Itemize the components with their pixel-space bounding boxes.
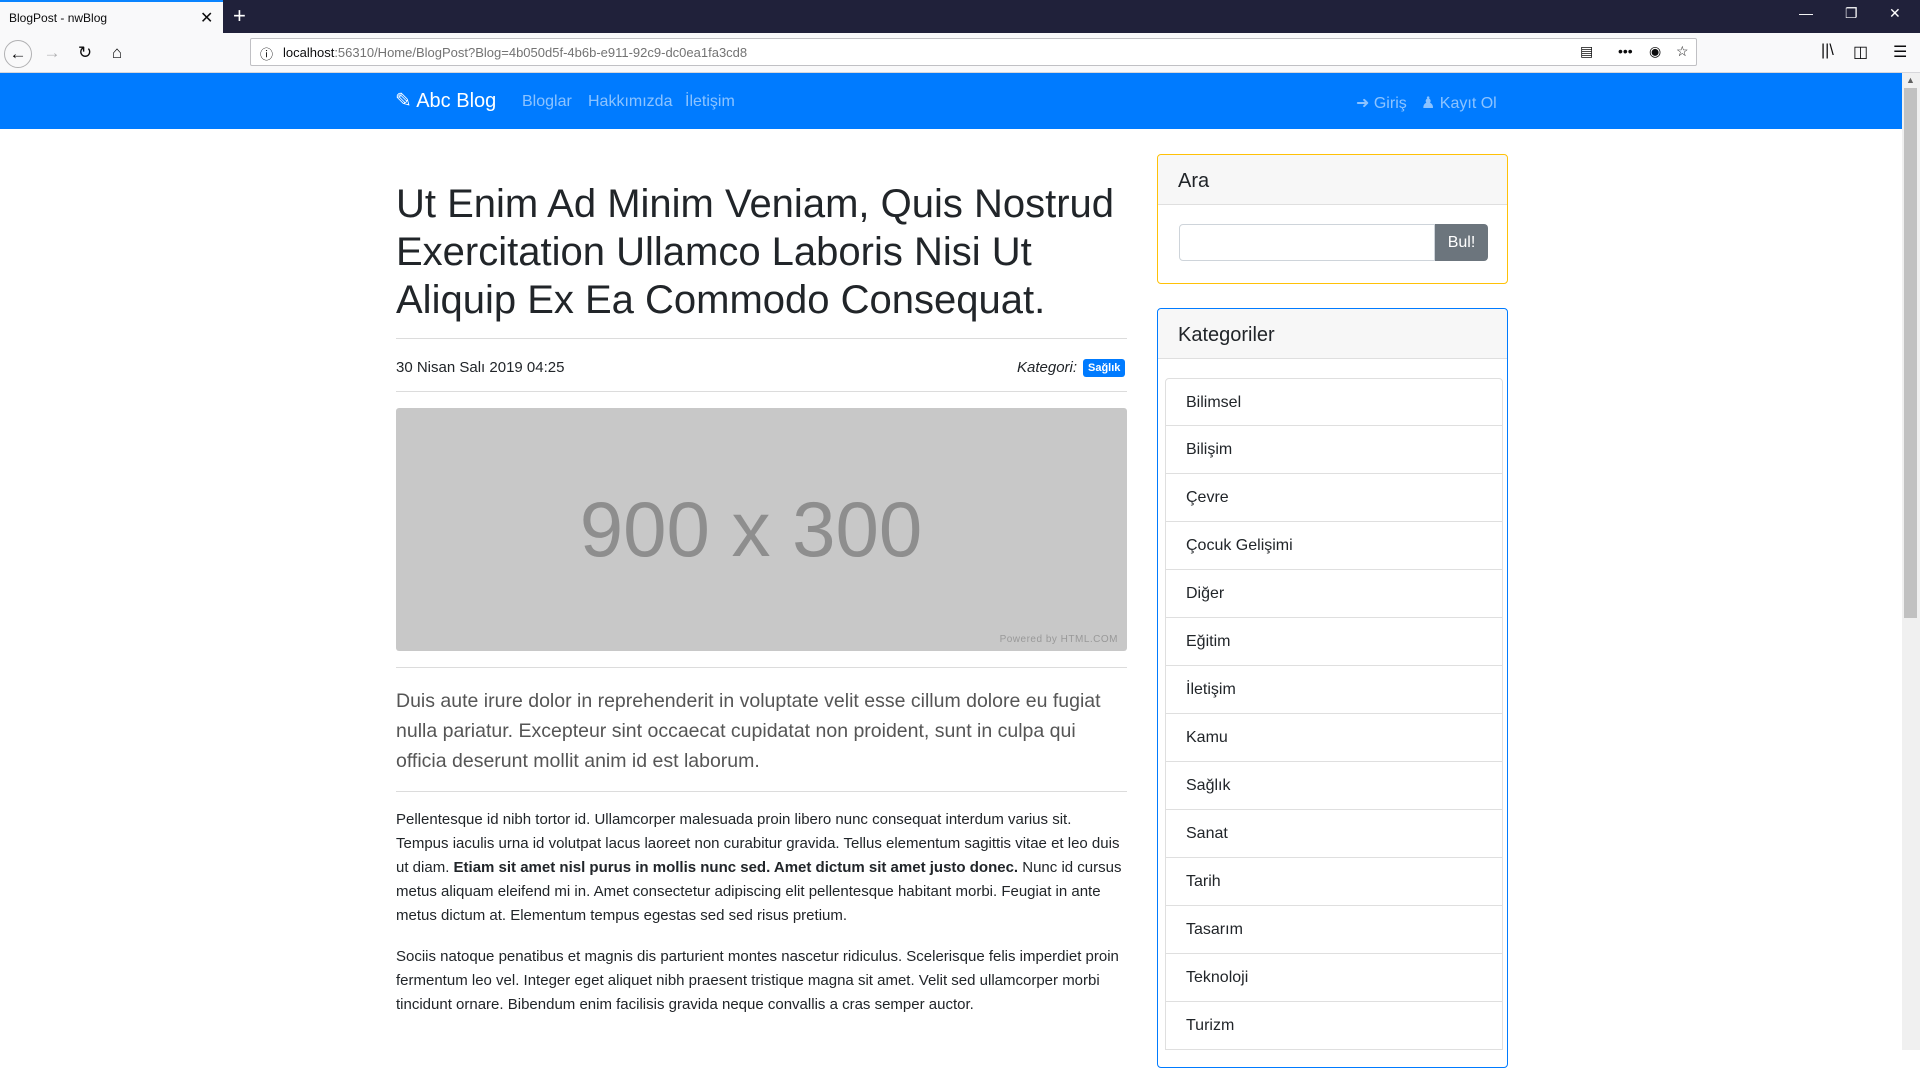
post-title: Ut Enim Ad Minim Veniam, Quis Nostrud Ex… — [396, 182, 1115, 322]
image-credit: Powered by HTML.COM — [999, 634, 1118, 645]
categories-card-header: Kategoriler — [1158, 309, 1507, 359]
minimize-icon[interactable]: — — [1799, 5, 1813, 21]
reload-icon[interactable]: ↻ — [71, 39, 99, 67]
category-label: Kategori: — [1017, 359, 1078, 376]
bookmark-star-icon[interactable]: ☆ — [1676, 43, 1689, 60]
category-item[interactable]: Sağlık — [1165, 762, 1503, 810]
site-navbar: ✎ Abc Blog Bloglar Hakkımızda İletişim ➜… — [0, 73, 1902, 129]
category-item[interactable]: Tasarım — [1165, 906, 1503, 954]
category-item[interactable]: Eğitim — [1165, 618, 1503, 666]
search-card-title: Ara — [1178, 170, 1210, 192]
menu-icon[interactable]: ☰ — [1893, 42, 1907, 62]
categories-card: Kategoriler Bilimsel Bilişim Çevre Çocuk Ge… — [1157, 308, 1508, 1068]
browser-tab-bar: BlogPost - nwBlog ✕ + — ❐ ✕ — [0, 0, 1920, 33]
tab-title: BlogPost - nwBlog — [9, 11, 108, 25]
nav-link-iletisim[interactable]: İletişim — [685, 93, 735, 111]
library-icon[interactable]: ||\ — [1821, 42, 1834, 60]
category-item[interactable]: Bilişim — [1165, 426, 1503, 474]
post-image: 900 x 300 Powered by HTML.COM — [396, 408, 1127, 651]
category-badge[interactable]: Sağlık — [1083, 359, 1126, 377]
page-scrollbar[interactable]: ▲ — [1902, 73, 1920, 1050]
category-item[interactable]: Kamu — [1165, 714, 1503, 762]
close-tab-icon[interactable]: ✕ — [200, 8, 213, 28]
image-size-text: 900 x 300 — [579, 485, 923, 573]
category-item[interactable]: Çocuk Gelişimi — [1165, 522, 1503, 570]
post-paragraph: Pellentesque id nibh tortor id. Ullamcor… — [396, 811, 1122, 924]
new-tab-icon[interactable]: + — [233, 3, 246, 29]
restore-icon[interactable]: ❐ — [1845, 5, 1858, 22]
post-paragraph: Sociis natoque penatibus et magnis dis p… — [396, 948, 1119, 1013]
nav-link-hakkimizda[interactable]: Hakkımızda — [588, 93, 672, 111]
sign-in-icon: ➜ — [1356, 95, 1370, 112]
home-icon[interactable]: ⌂ — [103, 39, 131, 67]
search-card: Ara Bul! — [1157, 154, 1508, 284]
post-lead: Duis aute irure dolor in reprehenderit i… — [396, 690, 1101, 772]
category-item[interactable]: Bilimsel — [1165, 378, 1503, 426]
close-window-icon[interactable]: ✕ — [1889, 5, 1901, 22]
forward-icon[interactable]: → — [38, 39, 66, 67]
category-item[interactable]: Teknoloji — [1165, 954, 1503, 1002]
search-button[interactable]: Bul! — [1435, 224, 1488, 261]
category-item[interactable]: Turizm — [1165, 1002, 1503, 1050]
nav-link-bloglar[interactable]: Bloglar — [522, 93, 572, 111]
pocket-icon[interactable]: ◉ — [1649, 43, 1661, 60]
browser-tab[interactable]: BlogPost - nwBlog ✕ — [0, 0, 223, 33]
category-item[interactable]: Sanat — [1165, 810, 1503, 858]
address-bar[interactable]: ⓘ localhost:56310/Home/BlogPost?Blog=4b0… — [250, 38, 1697, 66]
users-icon: ♟ — [1421, 95, 1436, 112]
info-icon[interactable]: ⓘ — [260, 44, 273, 63]
browser-toolbar: ← → ↻ ⌂ ⓘ localhost:56310/Home/BlogPost?… — [0, 33, 1920, 73]
more-actions-icon[interactable]: ••• — [1618, 43, 1633, 59]
url-text[interactable]: localhost:56310/Home/BlogPost?Blog=4b050… — [283, 45, 747, 60]
category-item[interactable]: Diğer — [1165, 570, 1503, 618]
categories-card-title: Kategoriler — [1178, 324, 1275, 346]
search-input[interactable] — [1179, 224, 1435, 261]
category-list: Bilimsel Bilişim Çevre Çocuk Gelişimi Diğer E… — [1165, 378, 1503, 1050]
divider — [396, 338, 1127, 339]
site-brand[interactable]: ✎ Abc Blog — [395, 88, 496, 113]
post-date: 30 Nisan Salı 2019 04:25 — [396, 359, 565, 376]
divider — [396, 391, 1127, 392]
back-icon[interactable]: ← — [4, 40, 32, 68]
search-card-header: Ara — [1158, 155, 1507, 205]
category-item[interactable]: Çevre — [1165, 474, 1503, 522]
scroll-up-icon[interactable]: ▲ — [1906, 75, 1915, 85]
category-item[interactable]: İletişim — [1165, 666, 1503, 714]
sidebar-icon[interactable]: ◫ — [1853, 42, 1868, 62]
divider — [396, 791, 1127, 792]
category-item[interactable]: Tarih — [1165, 858, 1503, 906]
pencil-icon: ✎ — [395, 90, 412, 112]
login-link[interactable]: ➜ Giriş — [1356, 93, 1407, 113]
divider — [396, 667, 1127, 668]
scroll-thumb[interactable] — [1904, 88, 1917, 618]
register-link[interactable]: ♟ Kayıt Ol — [1421, 93, 1497, 113]
reader-view-icon[interactable]: ▤ — [1580, 43, 1593, 60]
